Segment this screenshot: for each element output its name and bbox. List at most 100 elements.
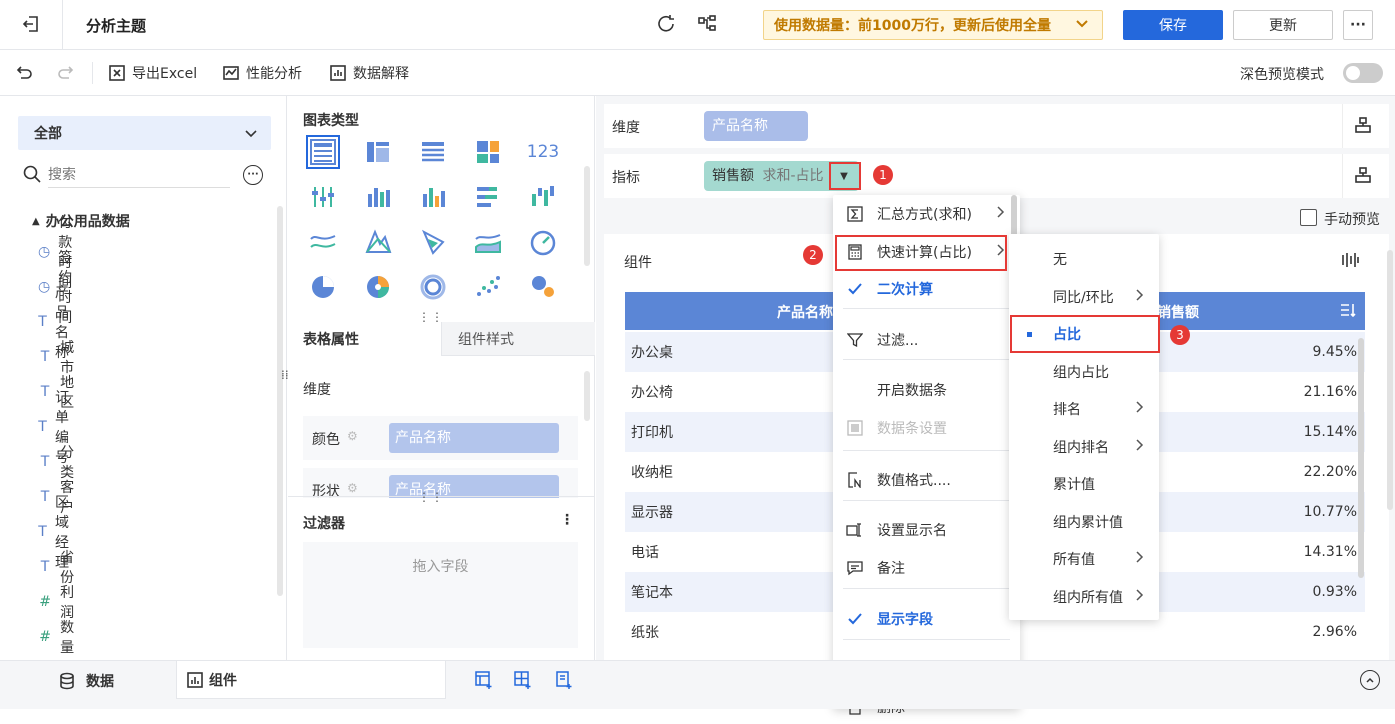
redo-icon[interactable] [55, 62, 75, 86]
area-icon[interactable] [473, 227, 503, 257]
filter-more-icon[interactable]: ⋮ [560, 512, 574, 528]
scrollbar[interactable] [584, 166, 590, 266]
waterfall-icon[interactable] [528, 182, 558, 212]
table-cell-value: 22.20% [1303, 464, 1357, 480]
ring-icon[interactable] [418, 272, 448, 302]
submenu-item[interactable]: 组内占比 [1009, 355, 1159, 389]
data-volume-notice[interactable]: 使用数据量：前1000万行，更新后使用全量 [763, 10, 1103, 40]
submenu-item[interactable]: 所有值 [1009, 542, 1159, 576]
radar-icon[interactable] [363, 227, 393, 257]
more-button[interactable]: ··· [1343, 10, 1373, 40]
divider [1342, 104, 1343, 148]
dark-mode-toggle[interactable] [1343, 63, 1383, 83]
menu-item[interactable]: 二次计算 [833, 272, 1020, 306]
field-label: 数量 [60, 620, 75, 656]
color-field-pill[interactable]: 产品名称 [389, 423, 559, 453]
tab-table-props[interactable]: 表格属性 [288, 322, 441, 356]
data-explain-button[interactable]: 数据解释 [329, 63, 409, 83]
gear-icon[interactable]: ⚙ [347, 429, 358, 443]
add-report-icon[interactable] [554, 670, 574, 694]
gear-icon[interactable]: ⚙ [347, 481, 358, 495]
submenu-item-label: 组内排名 [1053, 439, 1109, 456]
chevron-down-icon [243, 125, 259, 145]
search-input[interactable] [48, 162, 230, 188]
field-item[interactable]: T 城市 [38, 340, 80, 376]
submenu-item[interactable]: 同比/环比 [1009, 280, 1159, 314]
gauge-icon[interactable] [528, 227, 558, 257]
scrollbar[interactable] [1387, 250, 1393, 510]
field-item[interactable]: T 产品名称 [38, 285, 80, 361]
hierarchy-icon[interactable] [1354, 166, 1372, 188]
table-cell-name: 办公桌 [631, 345, 673, 361]
donut-icon[interactable] [363, 272, 393, 302]
drag-handle-icon[interactable]: ⋮⋮ [418, 490, 444, 504]
scrollbar[interactable] [584, 371, 590, 421]
submenu-item[interactable]: 无 [1009, 242, 1159, 276]
manual-preview-checkbox[interactable] [1300, 209, 1317, 226]
data-tab[interactable]: 数据 [58, 671, 114, 691]
field-item[interactable]: # 利润 [38, 585, 80, 621]
line-icon[interactable] [308, 227, 338, 257]
table-header-name[interactable]: 产品名称 [777, 302, 833, 322]
submenu-item[interactable]: 累计值 [1009, 467, 1159, 501]
menu-item[interactable]: 数值格式.... [833, 463, 1020, 497]
column-settings-icon[interactable] [1340, 250, 1360, 274]
submenu-item[interactable]: 组内累计值 [1009, 505, 1159, 539]
add-dashboard-icon[interactable] [513, 670, 533, 694]
dataset-node[interactable]: ▲ 办公用品数据 [32, 211, 130, 231]
menu-item[interactable]: 过滤... [833, 323, 1020, 357]
scope-select[interactable]: 全部 [18, 116, 271, 150]
cross-table-icon[interactable] [363, 137, 393, 167]
scatter-icon[interactable] [473, 272, 503, 302]
hierarchy-icon[interactable] [1354, 116, 1372, 138]
stacked-column-icon[interactable] [363, 182, 393, 212]
more-options-icon[interactable]: ··· [243, 165, 263, 185]
panel-resize-icon[interactable]: ⁞⁞ [281, 368, 289, 382]
bar-scatter-icon[interactable] [308, 182, 338, 212]
field-item[interactable]: T 省份 [38, 550, 80, 586]
performance-button[interactable]: 性能分析 [222, 63, 302, 83]
submenu-item[interactable]: 组内所有值 [1009, 580, 1159, 614]
refresh-icon[interactable] [655, 13, 679, 37]
tab-component-style[interactable]: 组件样式 [441, 322, 595, 356]
table-chart-icon[interactable] [306, 135, 340, 169]
field-item[interactable]: # 数量 [38, 620, 80, 656]
menu-item[interactable]: 备注 [833, 551, 1020, 585]
lineage-icon[interactable] [696, 13, 720, 37]
field-item[interactable]: T 订单编号 [38, 390, 80, 466]
detail-table-icon[interactable] [418, 137, 448, 167]
rose-icon[interactable] [418, 227, 448, 257]
menu-item[interactable]: 显示字段 [833, 602, 1020, 636]
field-item[interactable]: T 区域经理 [38, 495, 80, 571]
update-button[interactable]: 更新 [1233, 10, 1333, 40]
dimension-field-pill[interactable]: 产品名称 [704, 111, 808, 141]
exit-icon[interactable] [20, 13, 44, 37]
excel-icon [109, 65, 125, 81]
table-header-value[interactable]: 销售额 [1157, 302, 1199, 322]
sort-icon[interactable] [1339, 301, 1357, 323]
stacked-bar-icon[interactable] [473, 182, 503, 212]
filter-drop-zone[interactable]: 拖入字段 [303, 542, 578, 648]
pie-icon[interactable] [308, 272, 338, 302]
menu-item-label: 数据条设置 [877, 421, 947, 437]
undo-icon[interactable] [15, 62, 35, 86]
treemap-icon[interactable] [473, 137, 503, 167]
field-item[interactable]: T 分类 [38, 445, 80, 481]
shape-field-pill[interactable]: 产品名称 [389, 475, 559, 498]
column-icon[interactable] [418, 182, 448, 212]
add-component-icon[interactable] [474, 670, 494, 694]
scrollbar[interactable] [1358, 338, 1364, 578]
chevron-up-icon[interactable] [1360, 670, 1380, 690]
menu-item[interactable]: 设置显示名 [833, 513, 1020, 547]
step-badge: 3 [1170, 325, 1190, 345]
bubble-icon[interactable] [528, 272, 558, 302]
menu-item[interactable]: 开启数据条 [833, 373, 1020, 407]
save-button[interactable]: 保存 [1123, 10, 1223, 40]
scrollbar[interactable] [277, 206, 283, 596]
export-excel-button[interactable]: 导出Excel [108, 63, 197, 83]
component-tab[interactable]: 组件 [176, 661, 446, 699]
submenu-item[interactable]: 排名 [1009, 392, 1159, 426]
submenu-item[interactable]: 组内排名 [1009, 430, 1159, 464]
kpi-number-icon[interactable]: 123 [527, 137, 559, 167]
menu-item[interactable]: 汇总方式(求和) [833, 197, 1020, 231]
